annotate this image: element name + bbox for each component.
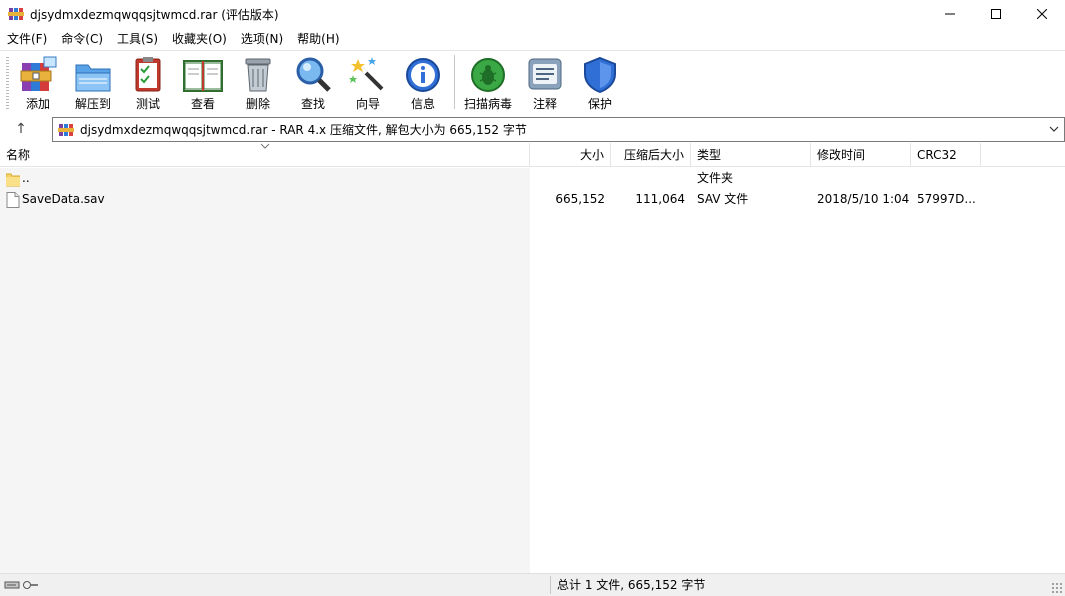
column-header-crc32[interactable]: CRC32 [911,143,981,167]
view-icon [183,55,223,95]
status-summary: 总计 1 文件, 665,152 字节 [557,578,706,592]
test-label: 测试 [135,97,160,111]
column-header-name-label: 名称 [6,148,31,162]
up-one-level-button[interactable]: ↑ [10,119,32,139]
maximize-icon [991,9,1001,19]
toolbar: 添加 解压到 测试 查看 删除 查找 向导 信息 扫描病毒 注释 保护 [0,50,1065,114]
info-icon [403,55,443,95]
file-packed-size [611,168,685,189]
rar-archive-icon [58,122,74,138]
delete-label: 删除 [245,97,270,111]
menu-file[interactable]: 文件(F) [0,29,54,49]
file-name: .. [22,171,30,185]
view-label: 查看 [190,97,215,111]
extract-to-label: 解压到 [74,97,111,111]
protect-icon [580,55,620,95]
extract-to-button[interactable]: 解压到 [66,55,120,113]
add-label: 添加 [25,97,50,111]
column-headers: 名称 大小 压缩后大小 类型 修改时间 CRC32 [0,143,1065,167]
extract-to-icon [73,55,113,95]
maximize-button[interactable] [973,0,1019,28]
wizard-button[interactable]: 向导 [341,55,395,113]
list-item-parent-folder[interactable]: .. 文件夹 [0,168,1065,189]
column-header-crc32-label: CRC32 [917,148,957,162]
menu-help[interactable]: 帮助(H) [290,29,346,49]
file-name: SaveData.sav [22,192,105,206]
column-header-size-label: 大小 [579,148,604,162]
address-bar[interactable]: djsydmxdezmqwqqsjtwmcd.rar - RAR 4.x 压缩文… [52,117,1065,142]
file-crc32: 57997D... [917,192,976,206]
address-text: djsydmxdezmqwqqsjtwmcd.rar - RAR 4.x 压缩文… [80,123,527,137]
scan-virus-label: 扫描病毒 [463,97,512,111]
status-bar: 总计 1 文件, 665,152 字节 [0,573,1065,596]
column-header-modified[interactable]: 修改时间 [811,143,911,167]
file-type: SAV 文件 [697,192,749,206]
window-controls [927,0,1065,28]
info-button[interactable]: 信息 [396,55,450,113]
drive-key-icon [4,579,40,591]
window-title: djsydmxdezmqwqqsjtwmcd.rar (评估版本) [30,7,279,22]
add-archive-icon [18,55,58,95]
delete-icon [238,55,278,95]
protect-button[interactable]: 保护 [573,55,627,113]
column-header-packed[interactable]: 压缩后大小 [611,143,691,167]
test-button[interactable]: 测试 [121,55,175,113]
column-header-packed-label: 压缩后大小 [623,148,684,162]
winrar-app-icon [8,6,24,22]
menu-commands[interactable]: 命令(C) [54,29,110,49]
minimize-icon [945,13,955,15]
comment-label: 注释 [532,97,557,111]
add-button[interactable]: 添加 [11,55,65,113]
comment-button[interactable]: 注释 [518,55,572,113]
protect-label: 保护 [587,97,612,111]
view-button[interactable]: 查看 [176,55,230,113]
column-header-type-label: 类型 [697,148,722,162]
column-header-type[interactable]: 类型 [691,143,811,167]
menu-bar: 文件(F) 命令(C) 工具(S) 收藏夹(O) 选项(N) 帮助(H) [0,29,347,49]
sort-descending-icon [260,143,270,149]
close-icon [1037,9,1047,19]
menu-favorites[interactable]: 收藏夹(O) [165,29,234,49]
minimize-button[interactable] [927,0,973,28]
find-icon [293,55,333,95]
file-icon [6,192,20,208]
file-packed-size: 111,064 [635,192,685,206]
menu-options[interactable]: 选项(N) [234,29,290,49]
file-type: 文件夹 [697,171,734,185]
info-label: 信息 [410,97,435,111]
address-row: ↑ djsydmxdezmqwqqsjtwmcd.rar - RAR 4.x 压… [0,116,1065,142]
file-modified: 2018/5/10 1:04 [817,192,910,206]
toolbar-separator [454,55,455,109]
status-divider [550,576,551,594]
delete-button[interactable]: 删除 [231,55,285,113]
comment-icon [525,55,565,95]
wizard-icon [348,55,388,95]
find-button[interactable]: 查找 [286,55,340,113]
column-header-size[interactable]: 大小 [530,143,611,167]
folder-icon [6,173,20,187]
file-list[interactable]: .. 文件夹 SaveData.sav 665,152 111,064 SAV … [0,168,1065,573]
address-dropdown-button[interactable] [1048,122,1060,136]
wizard-label: 向导 [355,97,380,111]
find-label: 查找 [300,97,325,111]
menu-tools[interactable]: 工具(S) [110,29,165,49]
title-bar: djsydmxdezmqwqqsjtwmcd.rar (评估版本) [0,0,1065,28]
name-column-pane [0,168,530,573]
chevron-down-icon [1049,126,1059,132]
scan-virus-button[interactable]: 扫描病毒 [461,55,515,113]
file-size [530,168,605,189]
resize-grip[interactable] [1051,582,1063,594]
close-button[interactable] [1019,0,1065,28]
file-size: 665,152 [555,192,605,206]
winrar-window: djsydmxdezmqwqqsjtwmcd.rar (评估版本) 文件(F) … [0,0,1065,596]
up-arrow-icon: ↑ [15,121,27,137]
column-header-modified-label: 修改时间 [817,148,866,162]
scan-virus-icon [468,55,508,95]
list-item-savedata[interactable]: SaveData.sav 665,152 111,064 SAV 文件 2018… [0,189,1065,210]
test-icon [128,55,168,95]
toolbar-grip[interactable] [6,57,9,109]
